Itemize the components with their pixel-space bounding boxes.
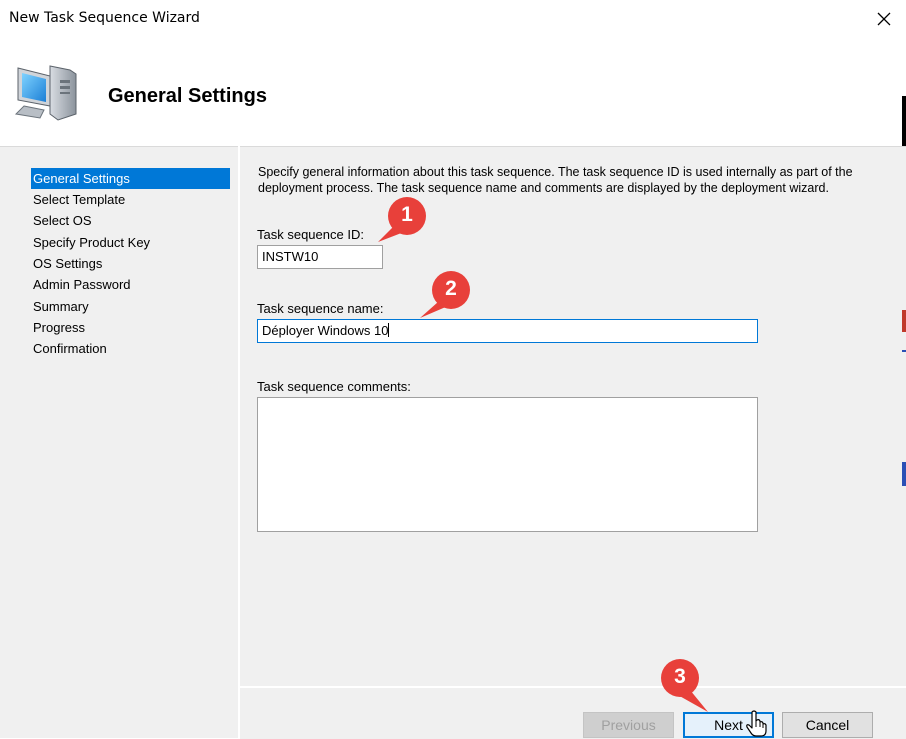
step-confirmation[interactable]: Confirmation: [31, 338, 230, 359]
annotation-number-2: 2: [445, 277, 457, 300]
cancel-button[interactable]: Cancel: [782, 712, 873, 738]
step-specify-product-key[interactable]: Specify Product Key: [31, 232, 230, 253]
step-admin-password[interactable]: Admin Password: [31, 274, 230, 295]
name-value: Déployer Windows 10: [262, 323, 389, 338]
wizard-header: General Settings: [0, 38, 906, 146]
description-text: Specify general information about this t…: [258, 165, 853, 195]
step-select-template[interactable]: Select Template: [31, 189, 230, 210]
edge-artifact: [902, 350, 906, 352]
page-title: General Settings: [108, 85, 267, 107]
hand-cursor-icon: [746, 710, 767, 737]
comments-label: Task sequence comments:: [257, 379, 411, 394]
task-sequence-comments-input[interactable]: [257, 397, 758, 532]
settings-panel: Specify general information about this t…: [240, 146, 906, 687]
step-progress[interactable]: Progress: [31, 317, 230, 338]
name-label: Task sequence name:: [257, 301, 384, 316]
wizard-footer: Previous Next Cancel: [240, 686, 906, 739]
computer-icon: [14, 65, 77, 121]
step-general-settings[interactable]: General Settings: [31, 168, 230, 189]
text-caret: [388, 323, 390, 337]
task-sequence-name-input[interactable]: Déployer Windows 10: [257, 319, 758, 343]
edge-artifact: [902, 310, 906, 332]
edge-artifact: [902, 462, 906, 486]
step-select-os[interactable]: Select OS: [31, 210, 230, 231]
window-title: New Task Sequence Wizard: [9, 10, 200, 26]
close-icon: [877, 12, 891, 26]
task-sequence-id-input[interactable]: INSTW10: [257, 245, 383, 269]
id-label: Task sequence ID:: [257, 227, 364, 242]
title-bar: New Task Sequence Wizard: [0, 0, 906, 38]
annotation-number-3: 3: [674, 665, 686, 688]
step-os-settings[interactable]: OS Settings: [31, 253, 230, 274]
annotation-number-1: 1: [401, 203, 413, 226]
close-button[interactable]: [870, 6, 898, 32]
previous-button[interactable]: Previous: [583, 712, 674, 738]
step-summary[interactable]: Summary: [31, 296, 230, 317]
wizard-steps: General Settings Select Template Select …: [0, 146, 238, 738]
id-value: INSTW10: [262, 249, 319, 264]
window-edge: [902, 96, 906, 146]
